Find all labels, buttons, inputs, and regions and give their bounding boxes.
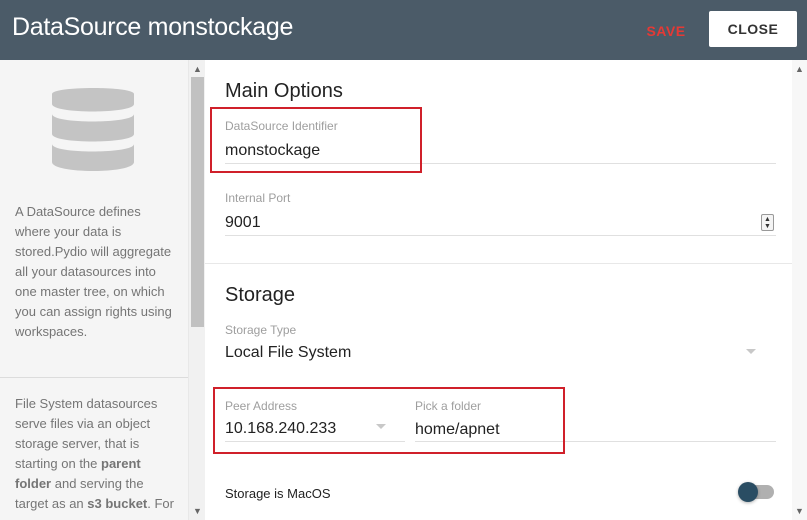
dialog-title: DataSource monstockage — [12, 13, 294, 41]
sidebar-divider — [0, 377, 188, 378]
close-button[interactable]: CLOSE — [709, 11, 797, 47]
storage-macos-toggle-knob[interactable] — [738, 482, 758, 502]
sidebar-description: A DataSource defines where your data is … — [15, 204, 172, 339]
main-scroll-up-arrow-icon[interactable]: ▲ — [792, 62, 807, 77]
help-sidebar: A DataSource defines where your data is … — [0, 60, 205, 520]
sidebar-description-filesystem: File System datasources serve files via … — [15, 396, 174, 511]
scroll-up-arrow-icon[interactable]: ▲ — [189, 62, 205, 77]
storage-type-label: Storage Type — [225, 323, 297, 337]
dialog-header: DataSource monstockage SAVE CLOSE — [0, 0, 807, 60]
sidebar-scroll-thumb[interactable] — [191, 77, 204, 327]
internal-port-input[interactable]: 9001 — [225, 214, 261, 232]
internal-port-label: Internal Port — [225, 191, 291, 205]
highlight-box-identifier — [210, 107, 422, 173]
storage-type-chevron-down-icon[interactable] — [746, 349, 756, 354]
storage-type-select[interactable]: Local File System — [225, 344, 351, 362]
main-scrollbar[interactable]: ▲ ▼ — [792, 60, 807, 520]
storage-title: Storage — [225, 284, 296, 306]
port-stepper-icon[interactable]: ▲ ▼ — [761, 214, 774, 231]
main-options-title: Main Options — [225, 80, 343, 102]
internal-port-underline — [225, 235, 776, 236]
section-divider — [205, 263, 792, 264]
main-form: Main Options DataSource Identifier monst… — [205, 60, 807, 520]
main-scroll-down-arrow-icon[interactable]: ▼ — [792, 504, 807, 519]
storage-macos-label: Storage is MacOS — [225, 486, 331, 501]
sidebar-scrollbar[interactable]: ▲ ▼ — [188, 60, 205, 520]
highlight-box-peer-folder — [213, 387, 565, 454]
scroll-down-arrow-icon[interactable]: ▼ — [189, 504, 205, 519]
database-icon — [52, 88, 134, 171]
save-button[interactable]: SAVE — [636, 20, 696, 42]
sidebar-content: A DataSource defines where your data is … — [0, 60, 188, 520]
